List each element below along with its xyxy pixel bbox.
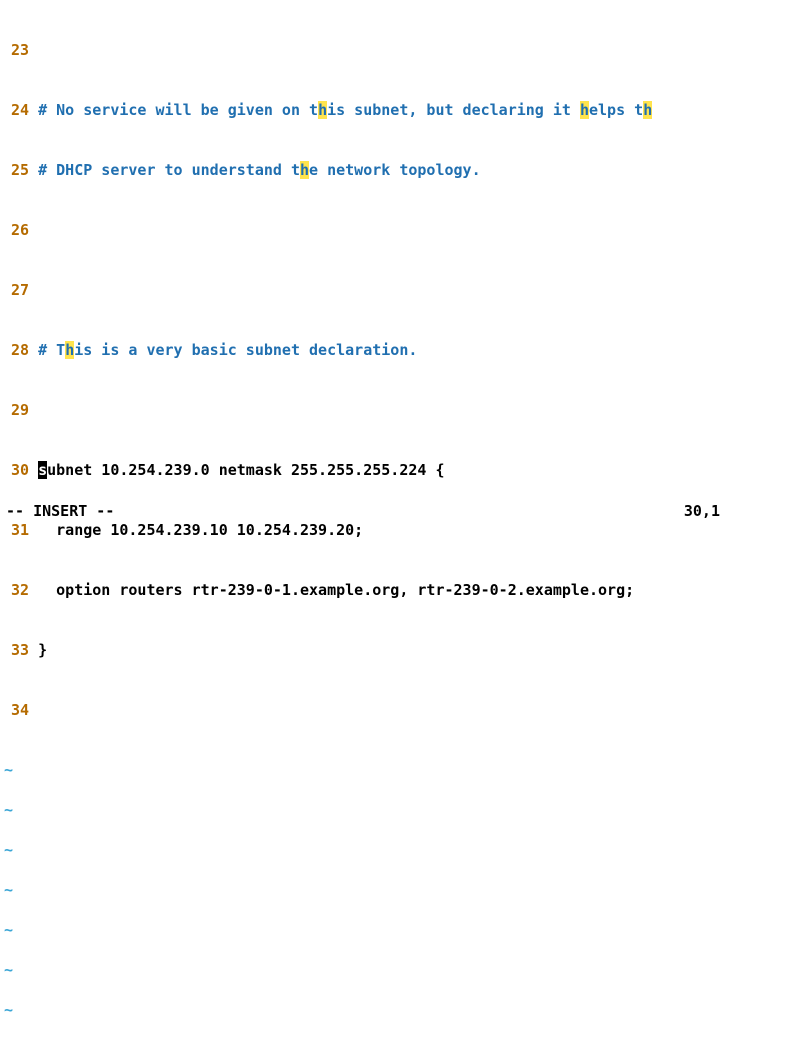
code-content: subnet 10.254.239.0 netmask 255.255.255.… — [38, 460, 784, 480]
line-29: 29 — [2, 400, 784, 420]
code-content: # This is a very basic subnet declaratio… — [38, 340, 784, 360]
line-number: 30 — [2, 460, 29, 480]
line-33: 33 } — [2, 640, 784, 660]
line-32: 32 option routers rtr-239-0-1.example.or… — [2, 580, 784, 600]
empty-line-marker: ~ — [2, 880, 784, 900]
editor-viewport[interactable]: 23 24 # No service will be given on this… — [0, 0, 786, 1046]
empty-line-marker: ~ — [2, 840, 784, 860]
cursor-position: 30,1 — [684, 501, 780, 521]
line-number: 27 — [2, 280, 29, 300]
line-number: 31 — [2, 520, 29, 540]
search-match: h — [65, 341, 74, 359]
code-content — [38, 40, 784, 60]
mode-indicator: -- INSERT -- — [6, 501, 114, 521]
line-34: 34 — [2, 700, 784, 720]
code-content: # No service will be given on this subne… — [38, 100, 784, 120]
line-25: 25 # DHCP server to understand the netwo… — [2, 160, 784, 180]
line-24: 24 # No service will be given on this su… — [2, 100, 784, 120]
line-number: 28 — [2, 340, 29, 360]
code-content — [38, 700, 784, 720]
line-number: 32 — [2, 580, 29, 600]
search-match: h — [318, 101, 327, 119]
status-bar: -- INSERT -- 30,1 — [0, 501, 786, 521]
line-number: 34 — [2, 700, 29, 720]
line-30: 30 subnet 10.254.239.0 netmask 255.255.2… — [2, 460, 784, 480]
code-content — [38, 220, 784, 240]
empty-line-marker: ~ — [2, 1000, 784, 1020]
code-content — [38, 280, 784, 300]
empty-line-marker: ~ — [2, 960, 784, 980]
line-number: 23 — [2, 40, 29, 60]
empty-line-marker: ~ — [2, 760, 784, 780]
line-27: 27 — [2, 280, 784, 300]
line-31: 31 range 10.254.239.10 10.254.239.20; — [2, 520, 784, 540]
code-content: range 10.254.239.10 10.254.239.20; — [38, 520, 784, 540]
line-number: 29 — [2, 400, 29, 420]
search-match: h — [300, 161, 309, 179]
line-23: 23 — [2, 40, 784, 60]
line-number: 25 — [2, 160, 29, 180]
empty-line-marker: ~ — [2, 920, 784, 940]
line-number: 33 — [2, 640, 29, 660]
code-content: option routers rtr-239-0-1.example.org, … — [38, 580, 784, 600]
empty-line-marker: ~ — [2, 1040, 784, 1046]
line-28: 28 # This is a very basic subnet declara… — [2, 340, 784, 360]
line-number: 26 — [2, 220, 29, 240]
code-content — [38, 400, 784, 420]
search-match: h — [580, 101, 589, 119]
cursor: s — [38, 461, 47, 479]
line-number: 24 — [2, 100, 29, 120]
code-content: # DHCP server to understand the network … — [38, 160, 784, 180]
empty-line-marker: ~ — [2, 800, 784, 820]
code-content: } — [38, 640, 784, 660]
line-26: 26 — [2, 220, 784, 240]
search-match: h — [643, 101, 652, 119]
